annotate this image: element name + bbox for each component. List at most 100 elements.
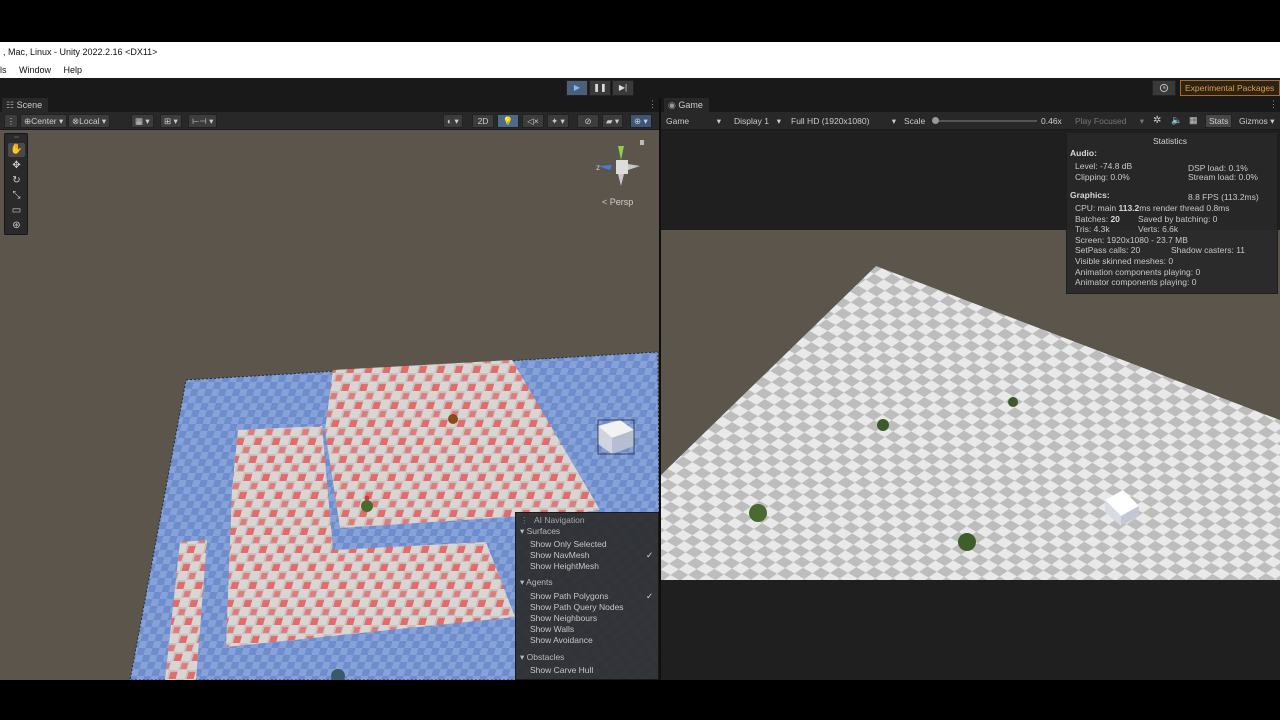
lighting-toggle[interactable]: 💡: [497, 114, 519, 128]
move-tool-icon[interactable]: ✥: [8, 159, 25, 173]
palette-grip-icon[interactable]: ═: [8, 135, 25, 141]
show-only-selected-toggle[interactable]: Show Only Selected: [530, 539, 607, 549]
draw-mode-dropdown[interactable]: ◐ ▾: [443, 114, 463, 128]
transform-tool-icon[interactable]: ⊛: [8, 219, 25, 233]
grid-snap-button[interactable]: ▦ ▾: [131, 114, 154, 128]
resolution-dropdown[interactable]: Full HD (1920x1080) ▾: [787, 114, 899, 128]
scale-slider-track[interactable]: [932, 117, 1037, 124]
pivot-center-dropdown[interactable]: ⊕Center ▾: [20, 114, 68, 128]
scene-tab-menu-icon[interactable]: ⋮: [648, 99, 657, 110]
effects-dropdown[interactable]: ✦ ▾: [547, 114, 569, 128]
tris-stat: Tris: 4.3k: [1075, 224, 1110, 234]
gear-icon[interactable]: ✲: [1153, 115, 1161, 126]
show-walls-toggle[interactable]: Show Walls: [530, 624, 574, 634]
game-bush-4: [958, 533, 976, 551]
display-dropdown[interactable]: Display 1 ▾: [730, 114, 784, 128]
snap-increment-icon: ⊢⊣ ▾: [192, 116, 214, 126]
play-button[interactable]: ▶: [566, 80, 588, 96]
orientation-gizmo[interactable]: z: [590, 138, 650, 196]
stream-load: Stream load: 0.0%: [1188, 172, 1258, 182]
scene-tab-icon: ☷: [6, 100, 17, 110]
effects-icon: ✦ ▾: [551, 116, 565, 126]
chevron-down-icon: ▾: [1139, 116, 1144, 126]
lightbulb-icon: 💡: [502, 116, 514, 126]
play-focused-dropdown[interactable]: Play Focused ▾: [1071, 114, 1147, 128]
game-view-dropdown[interactable]: Game ▾: [662, 114, 724, 128]
statistics-panel: Statistics Audio: Level: -74.8 dB Clippi…: [1066, 132, 1278, 294]
agents-foldout[interactable]: ▾ Agents: [520, 577, 553, 588]
hand-tool-icon[interactable]: ✋: [8, 143, 25, 157]
menu-item-help[interactable]: Help: [64, 62, 83, 78]
game-tab-menu-icon[interactable]: ⋮: [1269, 99, 1278, 110]
scale-tool-icon[interactable]: ⤡: [8, 189, 25, 203]
scene-tab-bar: ☷ Scene ⋮: [0, 98, 660, 112]
history-icon: [1159, 83, 1169, 93]
show-avoidance-toggle[interactable]: Show Avoidance: [530, 635, 593, 645]
pause-button[interactable]: ❚❚: [589, 80, 611, 96]
audio-clipping: Clipping: 0.0%: [1075, 172, 1130, 182]
game-bush-3: [749, 504, 767, 522]
chevron-down-icon: ▾: [891, 116, 896, 126]
obstacles-foldout[interactable]: ▾ Obstacles: [520, 652, 564, 663]
perspective-label[interactable]: < Persp: [602, 197, 633, 207]
show-path-polygons-toggle[interactable]: Show Path Polygons: [530, 591, 608, 601]
scale-label: Scale: [904, 116, 926, 126]
2d-toggle[interactable]: 2D: [472, 114, 494, 128]
space-local-dropdown[interactable]: ⊗Local ▾: [68, 114, 111, 128]
gizmos-toggle[interactable]: Gizmos ▾: [1235, 114, 1279, 128]
grid-visibility-button[interactable]: ⊞ ▾: [160, 114, 182, 128]
game-tab-label: Game: [678, 100, 703, 110]
menu-item-tools[interactable]: ls: [0, 62, 7, 78]
agent-2: [361, 500, 373, 512]
stats-toggle[interactable]: Stats: [1205, 114, 1233, 128]
increment-snap-button[interactable]: ⊢⊣ ▾: [188, 114, 218, 128]
hidden-objects-toggle[interactable]: ⊘: [577, 114, 599, 128]
camera-dropdown[interactable]: ▰ ▾: [602, 114, 624, 128]
game-bush-2: [1008, 397, 1018, 407]
overlay-grip-icon[interactable]: ⋮: [520, 515, 529, 526]
grid-icon: ⊞ ▾: [164, 116, 178, 126]
statistics-title: Statistics: [1153, 136, 1188, 146]
setpass-stat: SetPass calls: 20: [1075, 245, 1141, 255]
audio-toggle[interactable]: ◁×: [522, 114, 544, 128]
chevron-down-icon: ▾: [716, 116, 721, 126]
rect-tool-icon[interactable]: ▭: [8, 204, 25, 218]
step-button[interactable]: ▶|: [612, 80, 634, 96]
tab-game[interactable]: ◉ Game: [664, 98, 709, 112]
animator-components-stat: Animator components playing: 0: [1075, 277, 1197, 287]
show-path-query-nodes-toggle[interactable]: Show Path Query Nodes: [530, 602, 624, 612]
game-toolbar: Game ▾ Display 1 ▾ Full HD (1920x1080) ▾ Sc…: [661, 112, 1280, 130]
show-navmesh-toggle[interactable]: Show NavMesh: [530, 550, 590, 560]
scale-slider-handle[interactable]: [932, 117, 939, 124]
show-heightmesh-toggle[interactable]: Show HeightMesh: [530, 561, 599, 571]
scene-tab-label: Scene: [16, 100, 43, 110]
scene-overflow-button[interactable]: ⋮: [4, 114, 18, 128]
audio-icon[interactable]: 🔈: [1171, 115, 1182, 126]
frame-debugger-icon[interactable]: ▦: [1189, 115, 1198, 126]
play-icon: ▶: [573, 83, 581, 92]
checkmark-icon: ✓: [646, 550, 654, 560]
show-neighbours-toggle[interactable]: Show Neighbours: [530, 613, 597, 623]
screen-stat: Screen: 1920x1080 - 23.7 MB: [1075, 235, 1188, 245]
grid-snap-icon: ▦ ▾: [135, 116, 150, 126]
menu-item-window[interactable]: Window: [19, 62, 51, 78]
experimental-packages-button[interactable]: Experimental Packages: [1180, 80, 1280, 96]
tab-scene[interactable]: ☷ Scene: [2, 98, 49, 112]
audio-mute-icon: ◁×: [527, 116, 539, 126]
foldout-arrow-icon: ▾: [520, 526, 527, 536]
skinned-meshes-stat: Visible skinned meshes: 0: [1075, 256, 1174, 266]
animation-components-stat: Animation components playing: 0: [1075, 267, 1201, 277]
surfaces-foldout[interactable]: ▾ Surfaces: [520, 526, 560, 537]
gizmos-dropdown[interactable]: ⊕ ▾: [630, 114, 652, 128]
tool-palette: ═ ✋ ✥ ↻ ⤡ ▭ ⊛: [4, 133, 28, 235]
rotate-tool-icon[interactable]: ↻: [8, 174, 25, 188]
history-button[interactable]: [1152, 80, 1176, 96]
draw-mode-icon: ◐ ▾: [447, 116, 459, 126]
gizmo-z-label: z: [596, 163, 600, 172]
visibility-off-icon: ⊘: [584, 116, 592, 126]
audio-level: Level: -74.8 dB: [1075, 161, 1133, 171]
show-carve-hull-toggle[interactable]: Show Carve Hull: [530, 665, 593, 675]
camera-icon: ▰ ▾: [606, 116, 620, 126]
batches-stat: Batches: 20: [1075, 214, 1120, 224]
overflow-icon: ⋮: [6, 116, 16, 126]
